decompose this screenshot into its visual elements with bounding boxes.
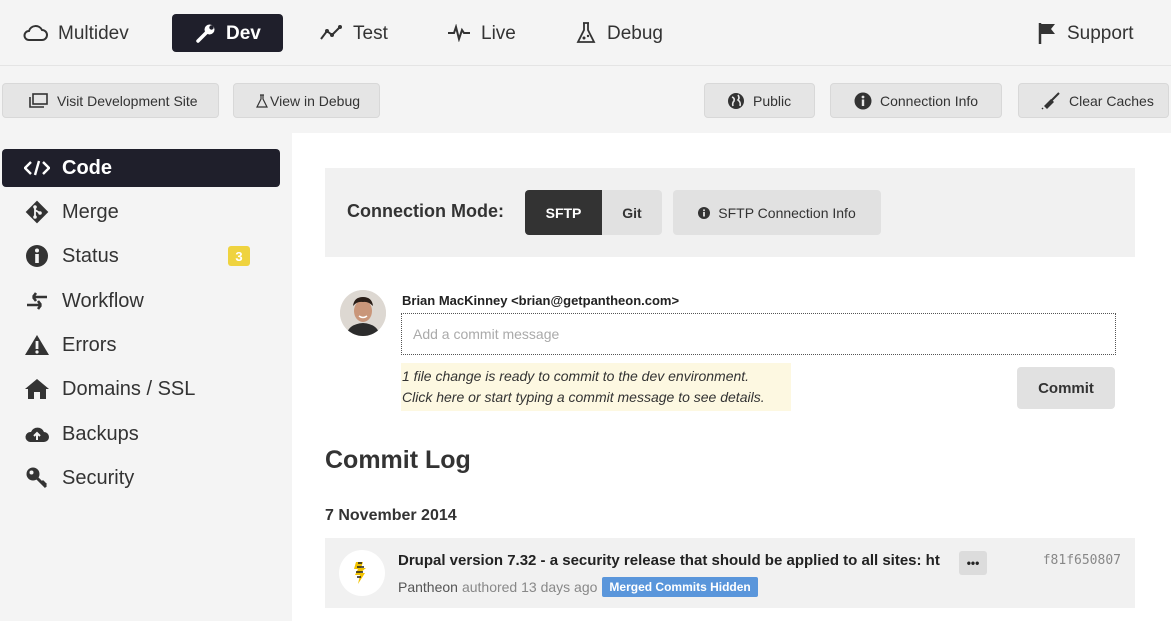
sidebar-item-workflow[interactable]: Workflow bbox=[2, 282, 280, 320]
sidebar-item-domains[interactable]: Domains / SSL bbox=[2, 370, 280, 408]
commit-time: authored 13 days ago bbox=[461, 579, 598, 595]
commit-row[interactable]: Drupal version 7.32 - a security release… bbox=[325, 538, 1135, 608]
tab-test[interactable]: Test bbox=[319, 14, 388, 52]
commit-meta: Pantheon authored 13 days ago Merged Com… bbox=[398, 577, 758, 597]
support-label: Support bbox=[1067, 22, 1134, 44]
public-button[interactable]: Public bbox=[704, 83, 815, 118]
notice-line-1: 1 file change is ready to commit to the … bbox=[402, 368, 750, 384]
tab-debug[interactable]: Debug bbox=[575, 14, 663, 52]
clear-caches-button[interactable]: Clear Caches bbox=[1018, 83, 1169, 118]
sftp-info-label: SFTP Connection Info bbox=[718, 204, 856, 221]
view-debug-button[interactable]: View in Debug bbox=[233, 83, 380, 118]
tab-label: Dev bbox=[226, 22, 261, 44]
support-link[interactable]: Support bbox=[1037, 14, 1134, 52]
sidebar-item-merge[interactable]: Merge bbox=[2, 193, 280, 231]
pantheon-logo-icon bbox=[339, 550, 385, 596]
clear-caches-label: Clear Caches bbox=[1069, 92, 1154, 109]
cloud-upload-icon bbox=[24, 424, 50, 444]
merged-commits-badge[interactable]: Merged Commits Hidden bbox=[602, 577, 758, 597]
tab-label: Test bbox=[353, 22, 388, 44]
tab-dev[interactable]: Dev bbox=[172, 14, 283, 52]
connection-mode-panel: Connection Mode: SFTP Git SFTP Connectio… bbox=[325, 168, 1135, 257]
sidebar-item-label: Code bbox=[62, 156, 112, 179]
sidebar-item-status[interactable]: Status 3 bbox=[2, 237, 280, 275]
visit-site-button[interactable]: Visit Development Site bbox=[2, 83, 219, 118]
notice-line-2: Click here or start typing a commit mess… bbox=[402, 389, 765, 405]
commit-message-input[interactable] bbox=[401, 313, 1116, 355]
sidebar-item-label: Security bbox=[62, 466, 135, 489]
sidebar-item-code[interactable]: Code bbox=[2, 149, 280, 187]
tab-live[interactable]: Live bbox=[447, 14, 516, 52]
pulse-icon bbox=[447, 24, 471, 42]
home-icon bbox=[24, 378, 50, 400]
more-button[interactable]: ••• bbox=[959, 551, 987, 575]
git-merge-icon bbox=[24, 200, 50, 224]
tab-label: Debug bbox=[607, 22, 663, 44]
sftp-connection-info-button[interactable]: SFTP Connection Info bbox=[673, 190, 881, 235]
sidebar-item-label: Merge bbox=[62, 200, 119, 223]
connection-info-label: Connection Info bbox=[880, 92, 979, 109]
warning-icon bbox=[24, 334, 50, 356]
sidebar-item-label: Domains / SSL bbox=[62, 377, 196, 400]
view-debug-label: View in Debug bbox=[270, 92, 361, 109]
key-icon bbox=[24, 466, 50, 490]
commit-hash: f81f650807 bbox=[1042, 553, 1121, 568]
window-icon bbox=[29, 92, 49, 109]
commit-author-name: Pantheon bbox=[398, 579, 458, 595]
commit-log-date: 7 November 2014 bbox=[325, 507, 457, 524]
sidebar-item-label: Backups bbox=[62, 422, 139, 445]
wrench-icon bbox=[196, 23, 216, 43]
public-label: Public bbox=[753, 92, 792, 109]
commit-author: Brian MacKinney <brian@getpantheon.com> bbox=[402, 293, 680, 308]
commit-log-title: Commit Log bbox=[325, 446, 471, 474]
info-icon bbox=[698, 206, 711, 219]
sidebar-item-backups[interactable]: Backups bbox=[2, 415, 280, 453]
info-icon bbox=[24, 244, 50, 268]
mode-git-button[interactable]: Git bbox=[602, 190, 662, 235]
sidebar-item-label: Errors bbox=[62, 333, 117, 356]
commit-notice[interactable]: 1 file change is ready to commit to the … bbox=[401, 363, 791, 411]
avatar bbox=[340, 290, 386, 336]
globe-icon bbox=[727, 92, 745, 110]
sidebar-item-security[interactable]: Security bbox=[2, 459, 280, 497]
top-nav: Multidev Dev Test Live Debug Support bbox=[0, 0, 1171, 66]
commit-message[interactable]: Drupal version 7.32 - a security release… bbox=[398, 552, 943, 569]
broom-icon bbox=[1041, 91, 1061, 110]
flask-icon bbox=[575, 21, 597, 45]
chart-line-icon bbox=[319, 24, 343, 42]
tab-multidev[interactable]: Multidev bbox=[22, 14, 129, 52]
connection-info-button[interactable]: Connection Info bbox=[830, 83, 1002, 118]
tab-label: Live bbox=[481, 22, 516, 44]
status-badge: 3 bbox=[228, 246, 250, 266]
tab-label: Multidev bbox=[58, 22, 129, 44]
sidebar-item-errors[interactable]: Errors bbox=[2, 326, 280, 364]
connection-mode-label: Connection Mode: bbox=[347, 201, 504, 221]
commit-button[interactable]: Commit bbox=[1017, 367, 1115, 409]
flag-icon bbox=[1037, 21, 1057, 45]
cloud-icon bbox=[22, 24, 48, 42]
sidebar-item-label: Workflow bbox=[62, 289, 144, 312]
visit-site-label: Visit Development Site bbox=[57, 92, 198, 109]
main-panel: Connection Mode: SFTP Git SFTP Connectio… bbox=[292, 133, 1171, 621]
flask-icon bbox=[256, 93, 268, 108]
arrows-icon bbox=[24, 292, 50, 310]
info-icon bbox=[854, 92, 872, 110]
code-icon bbox=[24, 160, 50, 176]
sidebar-item-label: Status bbox=[62, 244, 119, 267]
mode-sftp-button[interactable]: SFTP bbox=[525, 190, 602, 235]
